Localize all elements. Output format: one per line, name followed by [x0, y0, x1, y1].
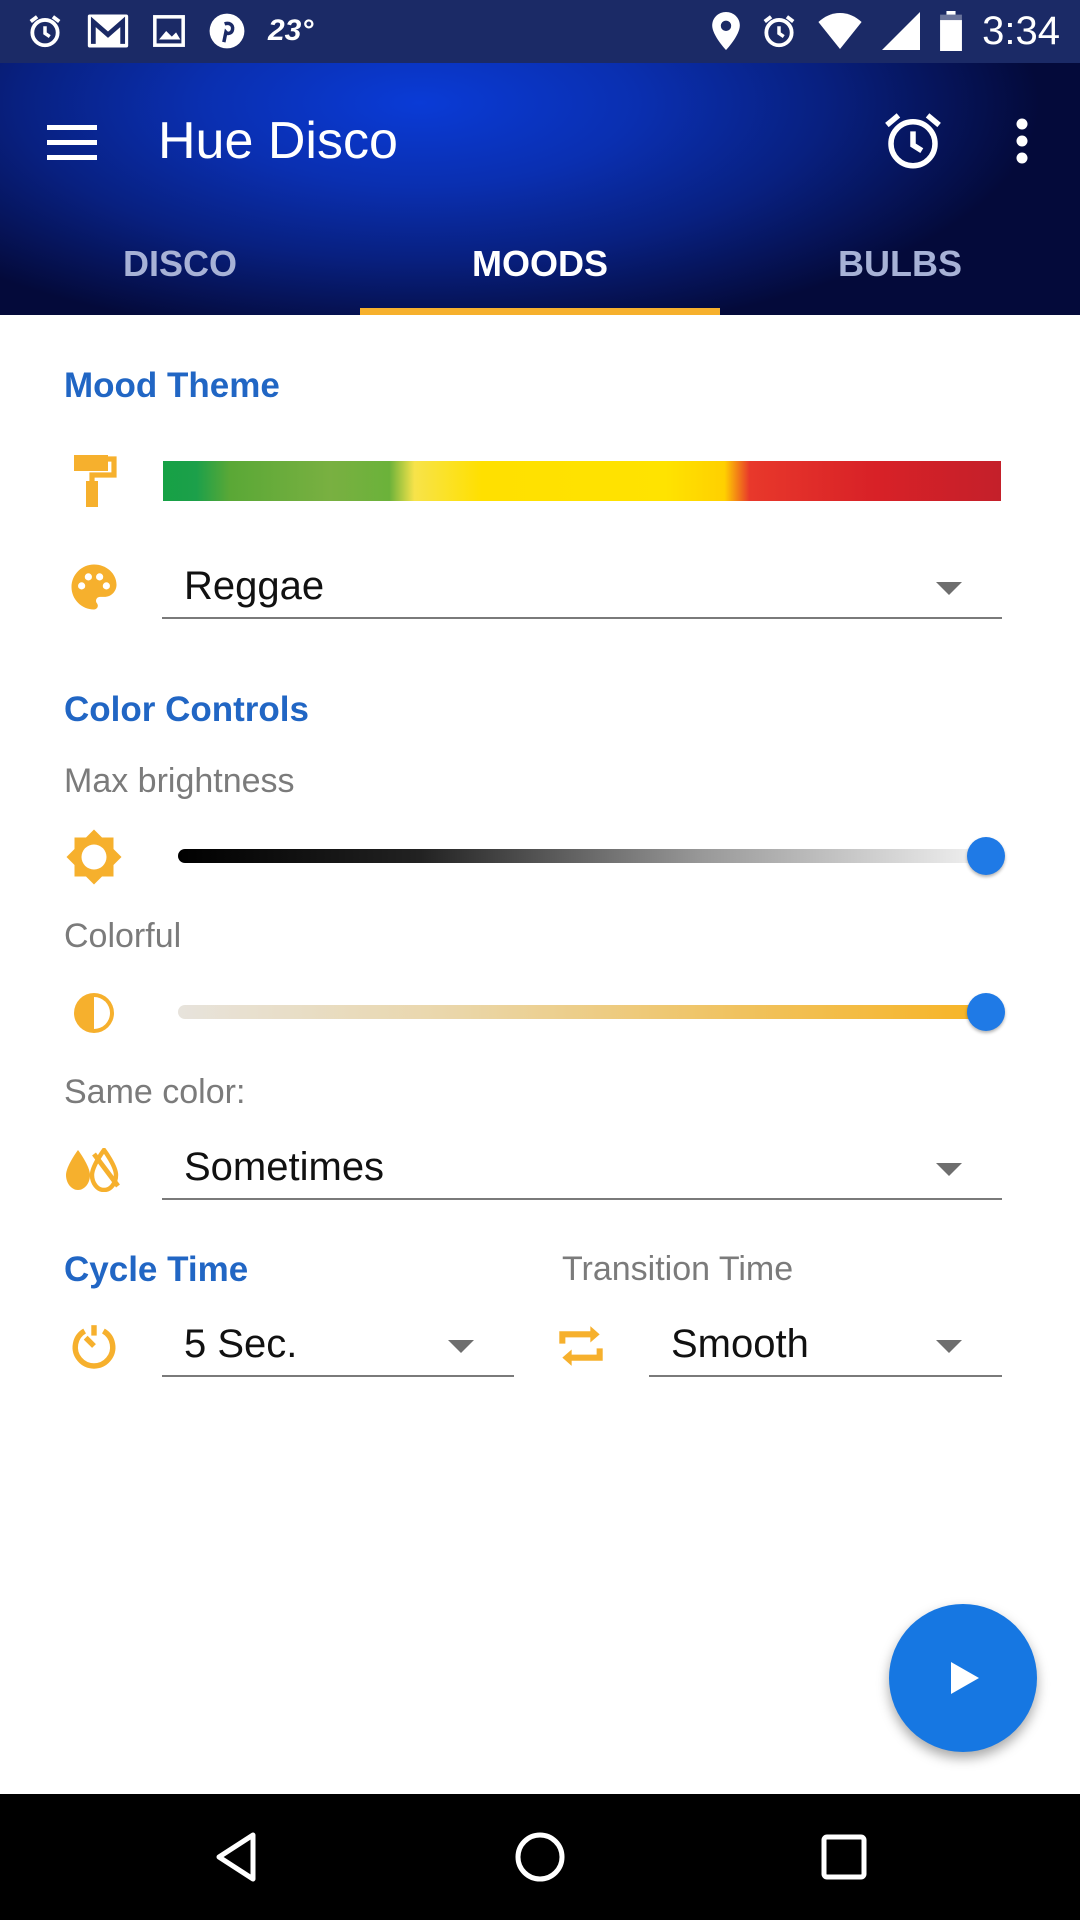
cycle-time-title: Cycle Time — [64, 1250, 249, 1289]
temperature-text: 23° — [268, 14, 314, 47]
transition-time-value: Smooth — [671, 1322, 809, 1366]
image-status-icon — [153, 15, 185, 47]
transition-time-dropdown[interactable]: Smooth — [649, 1311, 1002, 1377]
tab-disco[interactable]: DISCO — [0, 213, 360, 315]
menu-button[interactable] — [42, 113, 102, 173]
nav-recents-button[interactable] — [804, 1822, 884, 1892]
mood-theme-value: Reggae — [184, 564, 325, 608]
system-nav-bar — [0, 1794, 1080, 1920]
paint-roller-icon — [64, 451, 124, 511]
app-bar: Hue Disco DISCO MOODS BULBS — [0, 63, 1080, 315]
home-icon — [515, 1832, 565, 1882]
same-color-value: Sometimes — [184, 1145, 385, 1189]
colorful-label: Colorful — [64, 917, 182, 955]
alarm-button[interactable] — [880, 108, 946, 174]
cycle-time-dropdown[interactable]: 5 Sec. — [162, 1311, 514, 1377]
chevron-down-icon — [936, 1340, 962, 1353]
play-fab-button[interactable] — [889, 1604, 1037, 1752]
alarm-status-icon — [29, 15, 61, 48]
wifi-status-icon — [818, 13, 862, 49]
max-brightness-label: Max brightness — [64, 762, 295, 800]
tab-moods[interactable]: MOODS — [360, 213, 720, 315]
nav-home-button[interactable] — [500, 1822, 580, 1892]
same-color-dropdown[interactable]: Sometimes — [162, 1134, 1002, 1200]
back-icon — [216, 1832, 256, 1882]
color-controls-title: Color Controls — [64, 690, 309, 729]
status-bar-right: 3:34 — [712, 8, 1060, 53]
contrast-icon — [64, 983, 124, 1043]
recents-icon — [821, 1834, 867, 1880]
hamburger-icon — [47, 125, 97, 160]
tab-bulbs[interactable]: BULBS — [720, 213, 1080, 315]
colorful-thumb[interactable] — [967, 993, 1005, 1031]
nav-back-button[interactable] — [196, 1822, 276, 1892]
location-status-icon — [712, 12, 740, 50]
app-title: Hue Disco — [158, 112, 398, 170]
brightness-icon — [64, 827, 124, 887]
same-color-label: Same color: — [64, 1073, 246, 1111]
max-brightness-slider[interactable] — [178, 849, 986, 863]
invert-colors-icon — [64, 1140, 124, 1200]
clock-text: 3:34 — [982, 8, 1060, 53]
more-options-button[interactable] — [1004, 108, 1040, 174]
battery-status-icon — [940, 11, 963, 51]
chevron-down-icon — [936, 582, 962, 595]
max-brightness-thumb[interactable] — [967, 837, 1005, 875]
pinterest-status-icon — [209, 13, 245, 49]
gmail-status-icon — [87, 14, 129, 48]
timer-icon — [64, 1316, 124, 1376]
mood-theme-dropdown[interactable]: Reggae — [162, 553, 1002, 619]
cellular-status-icon — [882, 12, 921, 50]
colorful-slider[interactable] — [178, 1005, 986, 1019]
alarm-status-icon-right — [763, 15, 795, 48]
status-bar-left: 23° — [26, 10, 313, 52]
alarm-icon — [885, 113, 941, 169]
mood-theme-title: Mood Theme — [64, 366, 280, 405]
repeat-icon — [551, 1316, 611, 1376]
chevron-down-icon — [936, 1163, 962, 1176]
mood-theme-preview — [163, 461, 1001, 501]
cycle-time-value: 5 Sec. — [184, 1322, 298, 1366]
tab-bar: DISCO MOODS BULBS — [0, 213, 1080, 315]
more-vert-icon — [1016, 118, 1028, 164]
status-bar: 23° 3:34 — [0, 0, 1080, 63]
palette-icon — [64, 557, 124, 617]
chevron-down-icon — [448, 1340, 474, 1353]
transition-time-label: Transition Time — [562, 1250, 794, 1288]
play-icon — [951, 1662, 979, 1694]
